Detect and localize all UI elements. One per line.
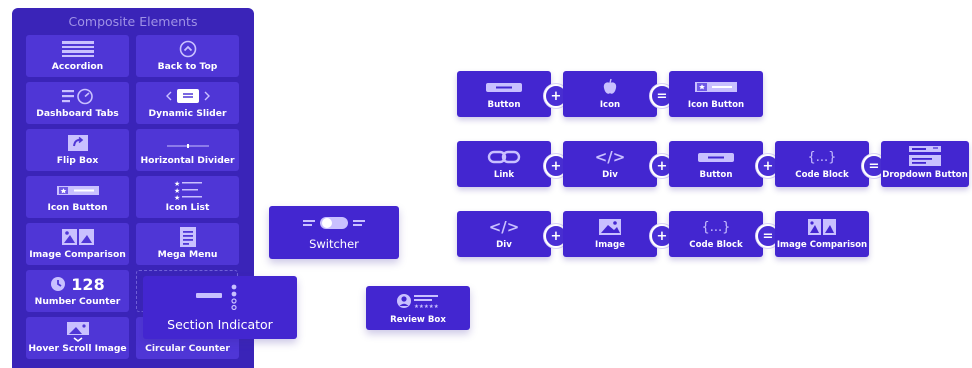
tile-hover-scroll-image[interactable]: Hover Scroll Image: [26, 317, 129, 359]
image-comparison-icon: [26, 228, 129, 246]
section-indicator-label: Section Indicator: [167, 317, 273, 332]
panel-title: Composite Elements: [68, 14, 198, 29]
tile-accordion[interactable]: Accordion: [26, 35, 129, 77]
tile-label: Hover Scroll Image: [28, 343, 127, 354]
element-image-comparison[interactable]: Image Comparison: [775, 211, 869, 257]
review-box-card[interactable]: ★★★★★ Review Box: [366, 286, 470, 330]
element-label: Div: [602, 170, 618, 180]
switcher-toggle-icon: [269, 215, 399, 231]
tile-label: Image Comparison: [29, 249, 126, 260]
switcher-card[interactable]: Switcher: [269, 206, 399, 259]
element-label: Div: [496, 240, 512, 250]
review-box-label: Review Box: [390, 315, 446, 325]
tile-label: Dynamic Slider: [148, 108, 227, 119]
element-label: Image: [595, 240, 625, 250]
div-glyph: </>: [488, 218, 520, 236]
dropdown-button-icon: [881, 145, 969, 167]
image-comparison-icon: [775, 218, 869, 236]
element-label: Icon Button: [687, 100, 745, 110]
tile-label: Mega Menu: [157, 249, 218, 260]
tile-icon-list[interactable]: ★ ★ ★ Icon List: [136, 176, 239, 218]
code-block-icon: {...}: [669, 218, 763, 236]
element-icon-button[interactable]: Icon Button: [669, 71, 763, 117]
tile-horizontal-divider[interactable]: Horizontal Divider: [136, 129, 239, 171]
tile-label: Number Counter: [34, 296, 121, 307]
code-glyph: {...}: [701, 219, 731, 235]
tile-label: Circular Counter: [145, 343, 230, 354]
div-glyph: </>: [594, 148, 626, 166]
element-div[interactable]: </> Div: [563, 141, 657, 187]
number-counter-value: 128: [71, 274, 105, 294]
tile-label: Dashboard Tabs: [36, 108, 119, 119]
chevron-up-circle-icon: [136, 40, 239, 58]
element-label: Code Block: [795, 170, 849, 180]
element-code-block[interactable]: {...} Code Block: [669, 211, 763, 257]
button-icon: [669, 148, 763, 166]
hover-scroll-image-icon: [26, 321, 129, 343]
tile-label: Icon Button: [47, 202, 108, 213]
svg-text:★★★★★: ★★★★★: [414, 304, 439, 310]
element-dropdown-button[interactable]: Dropdown Button: [881, 141, 969, 187]
element-div[interactable]: </> Div: [457, 211, 551, 257]
element-label: Icon: [599, 100, 621, 110]
icon-button-icon: [669, 78, 763, 96]
code-glyph: {...}: [807, 149, 837, 165]
apple-icon: [563, 78, 657, 96]
tile-mega-menu[interactable]: Mega Menu: [136, 223, 239, 265]
element-button[interactable]: Button: [669, 141, 763, 187]
element-label: Button: [487, 100, 521, 110]
switcher-label: Switcher: [309, 237, 359, 251]
tile-image-comparison[interactable]: Image Comparison: [26, 223, 129, 265]
tile-label: Back to Top: [157, 61, 218, 72]
element-label: Button: [699, 170, 733, 180]
tile-flip-box[interactable]: Flip Box: [26, 129, 129, 171]
section-indicator-card[interactable]: Section Indicator: [143, 276, 297, 339]
element-label: Code Block: [689, 240, 743, 250]
code-tag-icon: </>: [563, 148, 657, 166]
element-image[interactable]: Image: [563, 211, 657, 257]
tile-label: Accordion: [51, 61, 104, 72]
mega-menu-icon: [136, 226, 239, 248]
number-counter-icon: 128: [26, 274, 129, 294]
element-label: Image Comparison: [776, 240, 868, 250]
element-button[interactable]: Button: [457, 71, 551, 117]
tile-dynamic-slider[interactable]: Dynamic Slider: [136, 82, 239, 124]
review-box-icon: ★★★★★: [366, 292, 470, 310]
accordion-icon: [26, 40, 129, 58]
button-icon: [457, 78, 551, 96]
code-tag-icon: </>: [457, 218, 551, 236]
image-icon: [563, 218, 657, 236]
tile-back-to-top[interactable]: Back to Top: [136, 35, 239, 77]
tile-icon-button[interactable]: Icon Button: [26, 176, 129, 218]
tile-dashboard-tabs[interactable]: Dashboard Tabs: [26, 82, 129, 124]
icon-list-icon: ★ ★ ★: [136, 179, 239, 201]
tile-label: Flip Box: [56, 155, 99, 166]
horizontal-divider-icon: [136, 134, 239, 152]
element-icon[interactable]: Icon: [563, 71, 657, 117]
code-block-icon: {...}: [775, 148, 869, 166]
tile-number-counter[interactable]: 128 Number Counter: [26, 270, 129, 312]
link-icon: [457, 148, 551, 166]
tile-label: Horizontal Divider: [140, 155, 235, 166]
element-label: Dropdown Button: [882, 170, 968, 180]
flip-box-icon: [26, 134, 129, 152]
icon-button-icon: [26, 181, 129, 199]
svg-text:★: ★: [174, 194, 180, 201]
element-code-block[interactable]: {...} Code Block: [775, 141, 869, 187]
dynamic-slider-icon: [136, 87, 239, 105]
section-indicator-icon: [143, 284, 297, 310]
element-label: Link: [493, 170, 515, 180]
dashboard-tabs-icon: [26, 87, 129, 105]
element-link[interactable]: Link: [457, 141, 551, 187]
tile-label: Icon List: [165, 202, 210, 213]
